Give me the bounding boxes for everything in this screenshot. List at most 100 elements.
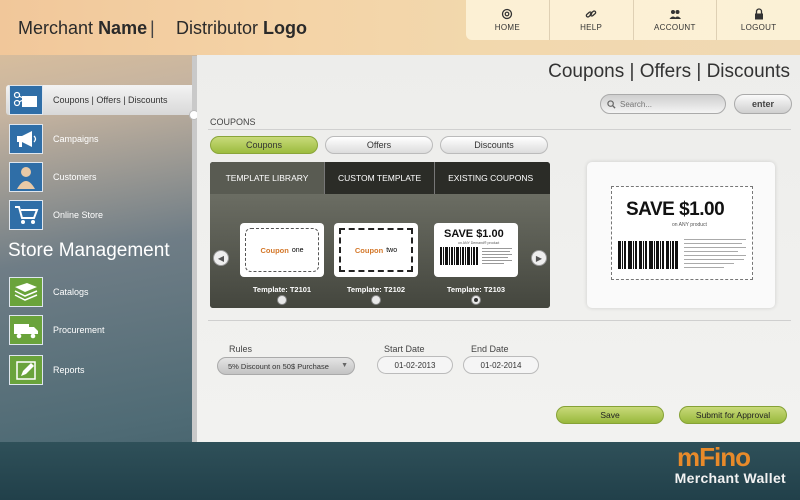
sidebar-item-online-store[interactable]: Online Store <box>6 200 192 230</box>
coupon-sub-text: on ANY Demand® product <box>458 241 500 245</box>
tab-template-library[interactable]: TEMPLATE LIBRARY <box>210 162 324 194</box>
truck-icon <box>9 315 43 345</box>
section-divider <box>208 129 791 130</box>
footer: mFino Merchant Wallet <box>0 442 800 500</box>
help-button[interactable]: HELP <box>548 0 633 40</box>
sidebar-item-catalogs[interactable]: Catalogs <box>6 277 192 307</box>
at-icon <box>502 8 513 20</box>
sidebar-item-label: Reports <box>53 365 85 375</box>
preview-save-text: SAVE $1.00 <box>626 199 725 220</box>
home-label: HOME <box>494 23 520 32</box>
template-label-t2102: Template: T2102 <box>346 285 406 294</box>
tab-existing-coupons[interactable]: EXISTING COUPONS <box>434 162 546 194</box>
megaphone-icon <box>9 124 43 154</box>
coupon-frame: SAVE $1.00 on ANY Demand® product <box>436 226 516 274</box>
coupon-word: Coupon <box>354 245 384 255</box>
sidebar-item-label: Campaigns <box>53 134 99 144</box>
distributor-bold: Logo <box>263 18 308 38</box>
page-title: Coupons | Offers | Discounts <box>548 61 790 82</box>
account-label: ACCOUNT <box>654 23 696 32</box>
template-label-t2103: Template: T2103 <box>446 285 506 294</box>
template-card-t2103[interactable]: SAVE $1.00 on ANY Demand® product <box>434 223 518 277</box>
catalog-icon <box>9 277 43 307</box>
sidebar-item-label: Online Store <box>53 210 104 220</box>
sidebar-item-procurement[interactable]: Procurement <box>6 315 192 345</box>
merchant-prefix: Merchant <box>18 18 94 38</box>
submit-for-approval-button[interactable]: Submit for Approval <box>679 406 787 424</box>
sidebar: Coupons | Offers | Discounts Campaigns C… <box>0 80 196 442</box>
sidebar-item-label: Procurement <box>53 325 105 335</box>
template-tabs: TEMPLATE LIBRARY CUSTOM TEMPLATE EXISTIN… <box>210 162 550 194</box>
barcode-icon <box>440 247 478 265</box>
template-card-t2101[interactable]: Coupon one <box>240 223 324 277</box>
rules-selected-value: 5% Discount on 50$ Purchase <box>228 361 329 371</box>
header: Merchant Name | Distributor Logo HOME HE… <box>0 0 800 55</box>
account-button[interactable]: ACCOUNT <box>632 0 717 40</box>
tab-coupons[interactable]: Coupons <box>210 136 318 154</box>
brand-subtitle: Merchant Wallet <box>674 470 786 486</box>
enter-button[interactable]: enter <box>734 94 792 114</box>
brand-logo: mFino <box>677 442 751 472</box>
sidebar-item-label: Coupons | Offers | Discounts <box>53 95 168 105</box>
preview-fine-print-icon <box>684 239 746 268</box>
start-date-field[interactable]: 01-02-2013 <box>377 356 453 374</box>
tab-offers[interactable]: Offers <box>325 136 433 154</box>
preview-coupon: SAVE $1.00 on ANY product <box>611 186 753 280</box>
coupon-word: Coupon <box>260 245 289 255</box>
next-arrow-button[interactable]: ▶ <box>531 250 547 266</box>
sidebar-item-coupons[interactable]: Coupons | Offers | Discounts <box>6 85 192 115</box>
sidebar-item-campaigns[interactable]: Campaigns <box>6 124 192 154</box>
chevron-down-icon: ▼ <box>341 362 348 369</box>
help-label: HELP <box>580 23 603 32</box>
pencil-icon <box>9 355 43 385</box>
person-icon <box>9 162 43 192</box>
template-label-t2101: Template: T2101 <box>252 285 312 294</box>
coupon-suffix: one <box>291 246 304 254</box>
rules-label: Rules <box>229 344 253 354</box>
coupon-frame: Coupon two <box>339 228 413 272</box>
chevron-left-icon: ◀ <box>217 253 225 263</box>
end-date-label: End Date <box>471 344 509 354</box>
users-icon <box>669 10 681 19</box>
link-icon <box>585 10 597 18</box>
tab-discounts[interactable]: Discounts <box>440 136 548 154</box>
template-radio-t2101[interactable] <box>277 295 287 305</box>
coupon-save-text: SAVE $1.00 <box>444 228 504 240</box>
lock-icon <box>754 8 763 20</box>
rules-select[interactable]: 5% Discount on 50$ Purchase ▼ <box>217 357 355 375</box>
merchant-name: Merchant Name <box>18 18 147 39</box>
store-management-heading: Store Management <box>8 240 170 261</box>
home-button[interactable]: HOME <box>466 0 549 40</box>
coupon-preview: SAVE $1.00 on ANY product <box>587 162 775 308</box>
coupon-frame: Coupon one <box>245 228 319 272</box>
preview-sub-text: on ANY product <box>672 222 707 228</box>
header-separator: | <box>150 18 155 38</box>
main-content: Coupons | Offers | Discounts enter COUPO… <box>197 55 800 442</box>
logout-label: LOGOUT <box>740 23 777 32</box>
search-input[interactable] <box>620 99 720 109</box>
template-radio-t2102[interactable] <box>371 295 381 305</box>
search-icon <box>607 99 616 109</box>
section-label: COUPONS <box>210 117 256 127</box>
start-date-label: Start Date <box>384 344 425 354</box>
preview-barcode-icon <box>618 241 678 269</box>
save-button[interactable]: Save <box>556 406 664 424</box>
prev-arrow-button[interactable]: ◀ <box>213 250 229 266</box>
sidebar-item-reports[interactable]: Reports <box>6 355 192 385</box>
template-card-t2102[interactable]: Coupon two <box>334 223 418 277</box>
distributor-prefix: Distributor <box>176 18 259 38</box>
end-date-field[interactable]: 01-02-2014 <box>463 356 539 374</box>
sidebar-item-label: Catalogs <box>53 287 89 297</box>
sidebar-item-customers[interactable]: Customers <box>6 162 192 192</box>
tab-custom-template[interactable]: CUSTOM TEMPLATE <box>324 162 434 194</box>
template-panel: TEMPLATE LIBRARY CUSTOM TEMPLATE EXISTIN… <box>210 162 550 308</box>
coupon-suffix: two <box>386 246 398 254</box>
distributor-logo: Distributor Logo <box>176 18 307 39</box>
template-radio-t2103[interactable] <box>471 295 481 305</box>
top-nav: HOME HELP ACCOUNT LOGOUT <box>466 0 800 40</box>
search-box[interactable] <box>600 94 726 114</box>
cart-icon <box>9 200 43 230</box>
scissors-coupon-icon <box>9 85 43 115</box>
form-divider <box>208 320 791 321</box>
logout-button[interactable]: LOGOUT <box>716 0 800 40</box>
